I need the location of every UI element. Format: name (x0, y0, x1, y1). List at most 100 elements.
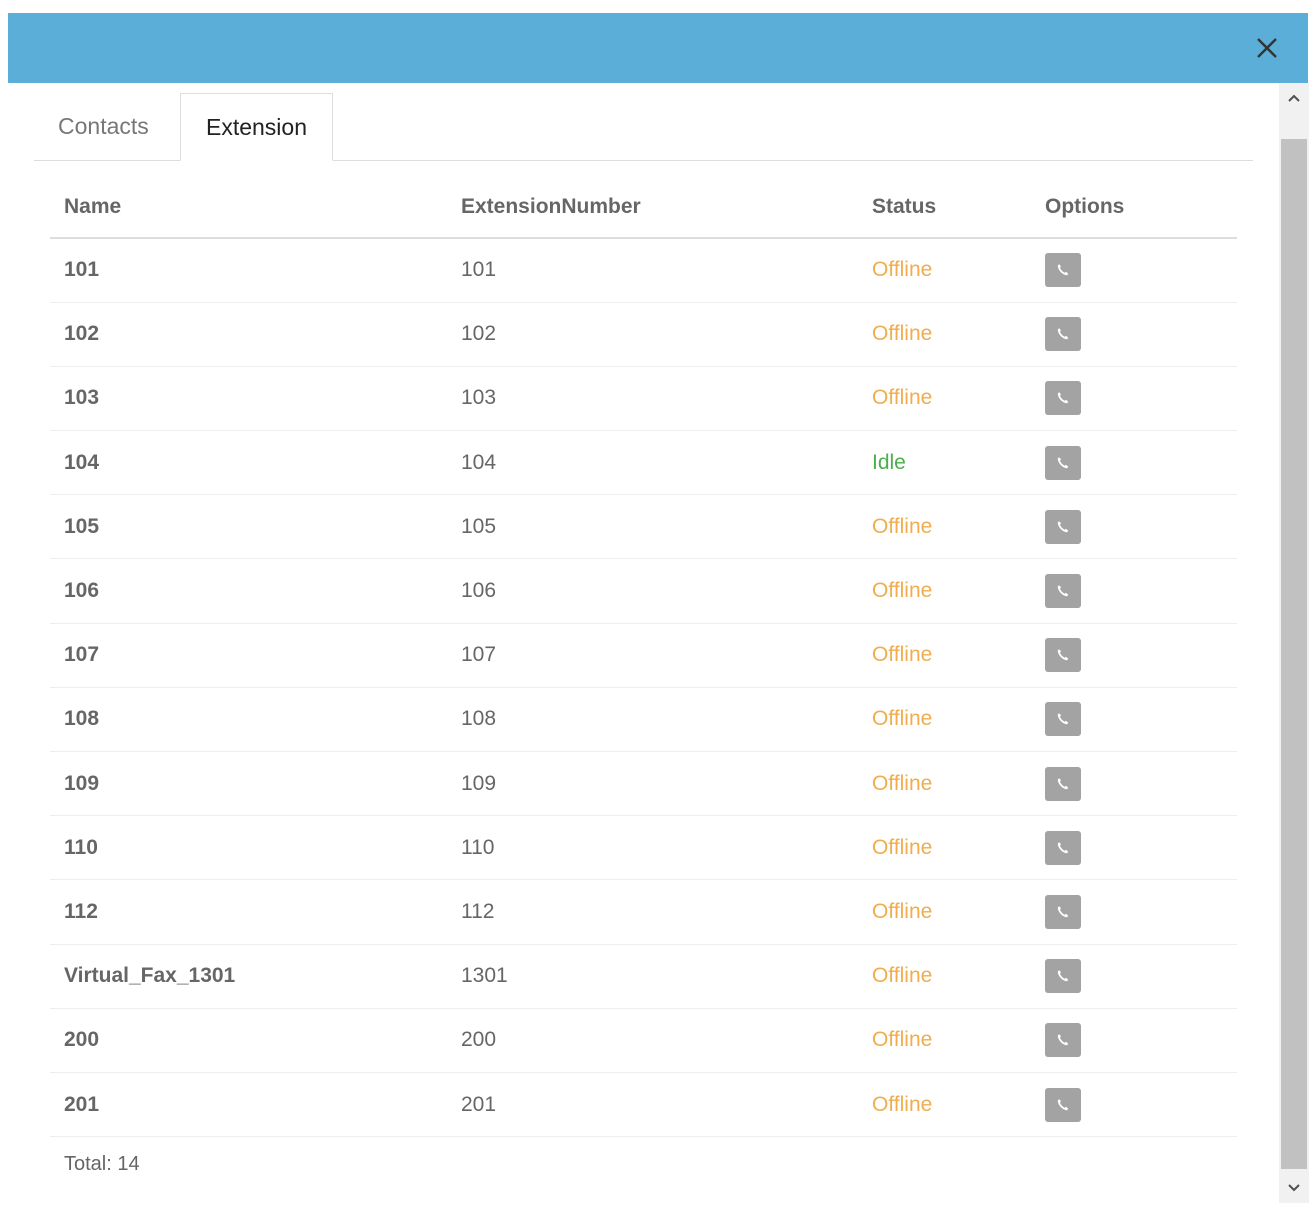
cell-name: 101 (50, 238, 447, 303)
table-row: 107 107 Offline (50, 623, 1237, 688)
call-button[interactable] (1045, 894, 1081, 929)
phone-icon (1057, 456, 1069, 468)
header-name[interactable]: Name (50, 176, 447, 239)
cell-name: 105 (50, 494, 447, 560)
call-button[interactable] (1045, 253, 1081, 288)
call-button[interactable] (1045, 574, 1081, 609)
cell-name: 106 (50, 558, 447, 624)
total-count: Total: 14 (64, 1153, 140, 1175)
table-row: 200 200 Offline (50, 1008, 1237, 1073)
phone-icon (1057, 906, 1069, 918)
cell-status: Offline (858, 302, 1031, 367)
cell-status: Offline (858, 1008, 1031, 1073)
cell-status: Offline (858, 238, 1031, 303)
vertical-scrollbar[interactable] (1279, 83, 1309, 1203)
cell-extension-number: 105 (447, 494, 858, 560)
call-button[interactable] (1045, 702, 1081, 737)
table-row: 104 104 Idle (50, 430, 1237, 496)
cell-extension-number: 102 (447, 302, 858, 367)
phone-icon (1057, 649, 1069, 661)
cell-extension-number: 200 (447, 1008, 858, 1073)
cell-options (1031, 815, 1237, 881)
cell-options (1031, 623, 1237, 688)
phone-icon (1057, 585, 1069, 597)
cell-name: 104 (50, 430, 447, 496)
table-row: 109 109 Offline (50, 751, 1237, 817)
cell-status: Offline (858, 1072, 1031, 1138)
phone-icon (1057, 1034, 1069, 1046)
cell-options (1031, 558, 1237, 624)
table-row: 101 101 Offline (50, 238, 1237, 303)
call-button[interactable] (1045, 830, 1081, 865)
chevron-down-icon (1288, 1184, 1300, 1192)
call-button[interactable] (1045, 959, 1081, 994)
table-header-row: Name ExtensionNumber Status Options (50, 176, 1237, 239)
tab-extension[interactable]: Extension (180, 93, 333, 161)
phone-icon (1057, 392, 1069, 404)
phone-icon (1057, 264, 1069, 276)
cell-extension-number: 201 (447, 1072, 858, 1138)
cell-extension-number: 101 (447, 238, 858, 303)
cell-extension-number: 1301 (447, 944, 858, 1009)
cell-status: Offline (858, 879, 1031, 945)
phone-icon (1057, 713, 1069, 725)
cell-name: 110 (50, 815, 447, 881)
chevron-up-icon (1288, 94, 1300, 102)
scroll-thumb[interactable] (1281, 139, 1307, 1169)
cell-status: Offline (858, 815, 1031, 881)
cell-name: 112 (50, 879, 447, 945)
call-button[interactable] (1045, 1087, 1081, 1122)
extension-dialog: Contacts Extension Name ExtensionNumber … (0, 0, 1309, 1203)
cell-name: Virtual_Fax_1301 (50, 944, 447, 1009)
cell-name: 201 (50, 1072, 447, 1138)
tab-bar: Contacts Extension (34, 93, 1253, 161)
table-row: 112 112 Offline (50, 879, 1237, 945)
cell-extension-number: 110 (447, 815, 858, 881)
extension-table: Name ExtensionNumber Status Options 101 1… (50, 176, 1237, 1138)
scroll-down-button[interactable] (1279, 1173, 1309, 1203)
table-row: 106 106 Offline (50, 558, 1237, 624)
cell-status: Offline (858, 944, 1031, 1009)
call-button[interactable] (1045, 381, 1081, 416)
table-row: 108 108 Offline (50, 687, 1237, 753)
header-extension-number[interactable]: ExtensionNumber (447, 176, 858, 239)
cell-options (1031, 494, 1237, 560)
cell-status: Offline (858, 494, 1031, 560)
tab-contacts[interactable]: Contacts (34, 93, 173, 159)
cell-status: Offline (858, 366, 1031, 432)
table-body: 101 101 Offline 102 102 Offline 103 103 Offline 1… (50, 238, 1237, 1138)
cell-status: Offline (858, 687, 1031, 753)
table-row: 105 105 Offline (50, 494, 1237, 560)
cell-name: 107 (50, 623, 447, 688)
call-button[interactable] (1045, 445, 1081, 480)
phone-icon (1057, 521, 1069, 533)
cell-options (1031, 430, 1237, 496)
call-button[interactable] (1045, 509, 1081, 544)
cell-name: 102 (50, 302, 447, 367)
cell-status: Offline (858, 751, 1031, 817)
close-icon (1257, 38, 1277, 58)
call-button[interactable] (1045, 1023, 1081, 1058)
cell-options (1031, 302, 1237, 367)
call-button[interactable] (1045, 766, 1081, 801)
cell-extension-number: 108 (447, 687, 858, 753)
cell-status: Idle (858, 430, 1031, 496)
cell-name: 200 (50, 1008, 447, 1073)
phone-icon (1057, 328, 1069, 340)
cell-extension-number: 104 (447, 430, 858, 496)
header-status[interactable]: Status (858, 176, 1031, 239)
phone-icon (1057, 1098, 1069, 1110)
scroll-up-button[interactable] (1279, 83, 1309, 113)
call-button[interactable] (1045, 638, 1081, 673)
cell-status: Offline (858, 623, 1031, 688)
cell-name: 108 (50, 687, 447, 753)
cell-name: 103 (50, 366, 447, 432)
close-button[interactable] (1254, 35, 1280, 61)
phone-icon (1057, 841, 1069, 854)
cell-status: Offline (858, 558, 1031, 624)
header-options: Options (1031, 176, 1237, 239)
cell-options (1031, 1072, 1237, 1138)
dialog-body: Contacts Extension Name ExtensionNumber … (8, 83, 1279, 1203)
table-row: Virtual_Fax_1301 1301 Offline (50, 944, 1237, 1009)
call-button[interactable] (1045, 317, 1081, 352)
